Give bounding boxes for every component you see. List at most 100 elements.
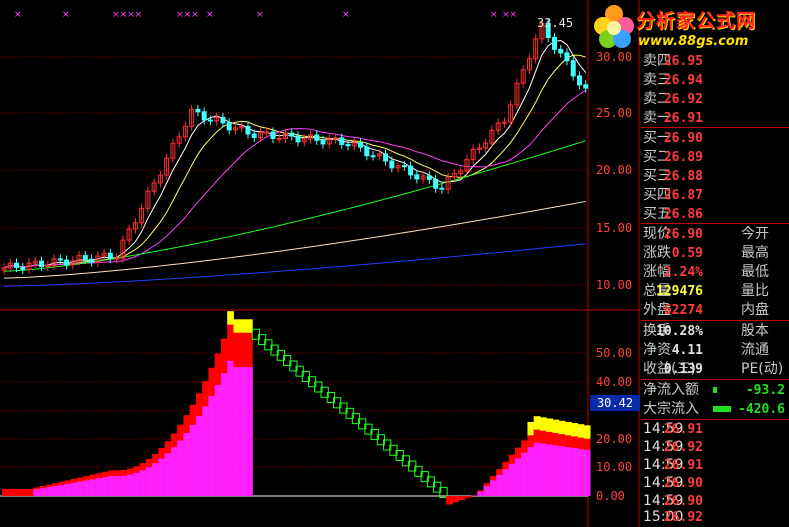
candle-body <box>114 257 120 260</box>
candle-body <box>576 75 582 86</box>
quote-panel: 卖四 26.95 卖三 26.94 卖二 26.92 卖一 26.91 买一 2… <box>641 0 789 527</box>
indicator-magenta-bar <box>189 424 197 496</box>
quote-row-outer: 外盘 62274 内盘 <box>643 302 769 318</box>
tick-row: 14:59 26.90 <box>643 475 703 491</box>
candle-body <box>207 119 213 122</box>
indicator-magenta-bar <box>508 463 516 496</box>
candle-body <box>251 133 257 138</box>
y-tick-15: 15.00 <box>596 221 633 235</box>
indicator-yellow-bar <box>233 319 241 333</box>
indicator-magenta-bar <box>95 478 103 496</box>
candle-body <box>501 121 507 124</box>
candle-body <box>564 52 570 62</box>
candle-body <box>107 252 113 259</box>
ask-row-1: 卖一 26.91 <box>643 110 703 126</box>
svg-text:×: × <box>490 10 498 20</box>
candle-body <box>370 155 376 158</box>
indicator-magenta-bar <box>514 458 522 496</box>
indicator-magenta-bar <box>208 395 216 496</box>
event-markers: × × ×××× ××× × × × × ×× <box>14 10 517 20</box>
ma20-line <box>3 89 587 269</box>
ind-tick-0: 0.00 <box>596 489 625 503</box>
candle-body <box>245 125 251 135</box>
candle-body <box>408 165 414 176</box>
indicator-magenta-bar <box>102 477 109 496</box>
svg-text:×: × <box>62 10 70 20</box>
svg-text:×××: ××× <box>176 10 199 20</box>
indicator-magenta-bar <box>52 485 59 496</box>
bid-row-2: 买二 26.89 <box>643 149 703 165</box>
candle-body <box>439 187 445 190</box>
ask-row-3: 卖三 26.94 <box>643 72 703 88</box>
tick-row: 15:00 26.92 <box>643 509 703 525</box>
candle-body <box>289 132 295 137</box>
indicator-magenta-bar <box>127 474 134 496</box>
candle-body <box>433 178 439 189</box>
net-inflow-row: 净流入额 -93.2 <box>643 382 785 398</box>
candle-body <box>226 122 232 131</box>
candle-body <box>314 134 320 141</box>
svg-text:×: × <box>206 10 214 20</box>
indicator-magenta-bar <box>571 447 578 496</box>
stock-chart[interactable]: × × ×××× ××× × × × × ×× <box>0 0 640 527</box>
indicator-magenta-bar <box>527 447 535 496</box>
candle-body <box>364 146 370 157</box>
candle-body <box>320 139 326 145</box>
svg-text:××××: ×××× <box>112 10 142 20</box>
indicator-magenta-bar <box>239 367 247 496</box>
candle-body <box>551 37 557 50</box>
indicator-magenta-bar <box>120 475 128 496</box>
indicator-magenta-bar <box>139 470 147 496</box>
candle-body <box>39 260 45 268</box>
indicator-magenta-bar <box>583 449 591 496</box>
indicator-magenta-bar <box>170 447 178 496</box>
quote-row-eps: 收益(三) 0.139 PE(动) <box>643 361 784 377</box>
candle-body <box>558 48 564 54</box>
indicator-magenta-bar <box>83 480 91 496</box>
bid-row-4: 买四 26.87 <box>643 187 703 203</box>
block-inflow-row: 大宗流入 -420.6 <box>643 401 785 417</box>
indicator-yellow-bar <box>564 421 572 436</box>
indicator-magenta-bar <box>58 484 66 496</box>
indicator-magenta-bar <box>227 360 234 496</box>
candle-body <box>82 255 88 260</box>
svg-text:××: ×× <box>502 10 517 20</box>
tick-row: 14:59 26.91 <box>643 457 703 473</box>
indicator-magenta-bar <box>39 488 47 496</box>
indicator-red-bar <box>464 496 472 498</box>
indicator-yellow-bar <box>527 421 535 436</box>
indicator-magenta-bar <box>158 458 166 496</box>
indicator-red-bar <box>2 488 9 496</box>
candle-body <box>339 137 345 145</box>
candle-body <box>276 137 282 140</box>
candle-body <box>20 266 26 270</box>
indicator-magenta-bar <box>183 432 191 496</box>
indicator-magenta-bar <box>477 491 485 496</box>
indicator-red-bar <box>8 488 16 496</box>
indicator-bars <box>2 311 591 505</box>
bid-row-3: 买三 26.88 <box>643 168 703 184</box>
candle-body <box>383 153 389 162</box>
indicator-magenta-bar <box>552 445 560 496</box>
fin-divider <box>641 320 789 321</box>
indicator-magenta-bar <box>89 479 97 496</box>
peak-price-label: 33.45 <box>537 16 574 30</box>
indicator-magenta-bar <box>214 384 222 496</box>
indicator-magenta-bar <box>33 489 41 496</box>
indicator-magenta-bar <box>164 453 172 496</box>
indicator-current-value: 30.42 <box>590 395 640 411</box>
indicator-magenta-bar <box>77 481 84 496</box>
indicator-magenta-bar <box>114 475 122 496</box>
indicator-red-bar <box>458 496 466 500</box>
indicator-magenta-bar <box>45 487 53 496</box>
indicator-yellow-bar <box>245 319 253 333</box>
candle-body <box>220 116 226 124</box>
indicator-red-bar <box>20 488 28 496</box>
indicator-magenta-bar <box>64 483 72 496</box>
ind-tick-20: 20.00 <box>596 432 633 446</box>
indicator-magenta-bar <box>539 443 547 496</box>
indicator-yellow-bar <box>571 423 578 437</box>
candle-body <box>345 143 351 147</box>
ma5-line <box>3 39 587 269</box>
svg-text:×: × <box>14 10 22 20</box>
